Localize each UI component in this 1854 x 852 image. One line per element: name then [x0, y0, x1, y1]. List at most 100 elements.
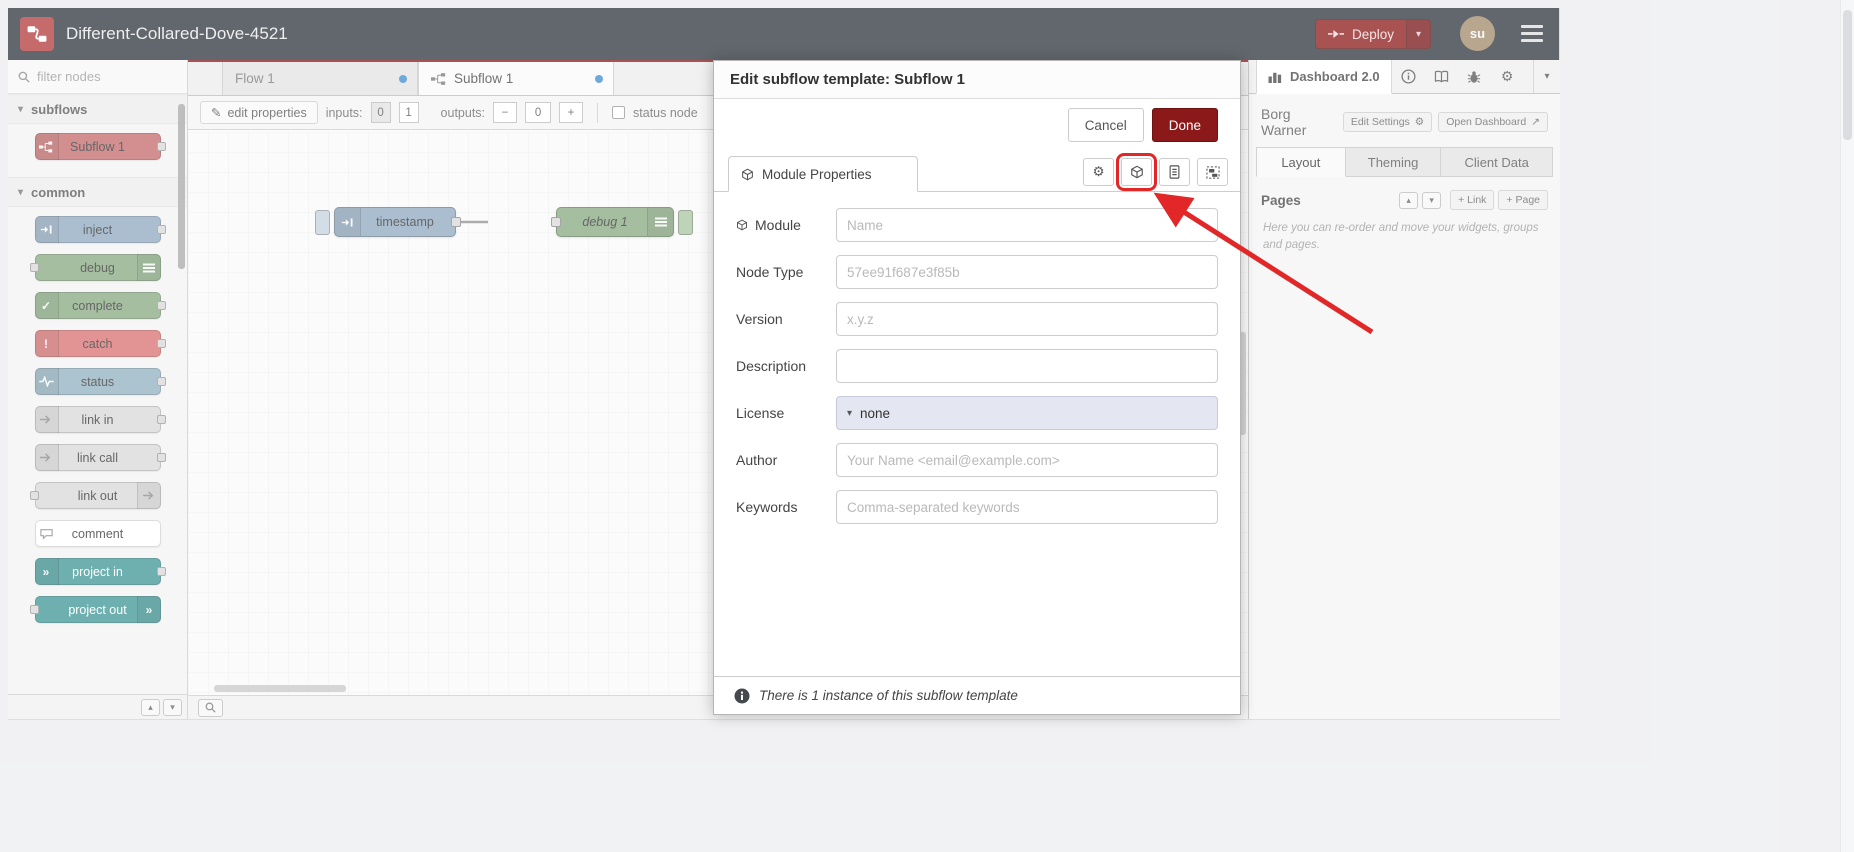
tab-help[interactable]	[1425, 60, 1458, 93]
add-page-button[interactable]: + Page	[1498, 190, 1548, 210]
module-properties-form: Module Node Type Version Description Lic…	[714, 192, 1240, 524]
palette-node-debug[interactable]: debug	[29, 254, 161, 281]
cancel-button[interactable]: Cancel	[1067, 108, 1144, 142]
palette-node-link-call[interactable]: link call	[34, 444, 166, 471]
node-palette: ▾ subflows Subflow 1 ▾ common inject	[8, 60, 188, 719]
outputs-count: 0	[525, 102, 552, 123]
palette-category-common[interactable]: ▾ common	[8, 177, 187, 207]
inject-icon	[34, 216, 59, 243]
zoom-search-button[interactable]	[198, 698, 223, 717]
node-type-input[interactable]	[836, 255, 1218, 289]
palette-collapse-all-button[interactable]: ▴	[141, 698, 160, 716]
description-input[interactable]	[836, 349, 1218, 383]
author-input[interactable]	[836, 443, 1218, 477]
tab-debug-messages[interactable]	[1458, 60, 1491, 93]
node-input-port	[29, 605, 39, 614]
tab-flow-1[interactable]: Flow 1	[222, 62, 418, 95]
palette-node-complete[interactable]: ✓ complete	[34, 292, 166, 319]
debug-icon	[647, 208, 673, 236]
tab-info[interactable]	[1392, 60, 1425, 93]
status-node-checkbox[interactable]	[612, 106, 626, 119]
link-icon	[34, 406, 59, 433]
palette-search[interactable]	[8, 60, 187, 94]
canvas-node-timestamp[interactable]: timestamp	[315, 207, 461, 237]
debug-icon	[136, 254, 161, 281]
license-select[interactable]: ▾ none	[836, 396, 1218, 430]
deploy-button[interactable]: Deploy ▾	[1314, 19, 1431, 49]
module-properties-tab-button[interactable]	[1116, 153, 1157, 191]
node-label: debug 1	[582, 215, 628, 229]
inputs-0-button[interactable]: 0	[370, 102, 391, 123]
tab-dashboard-2[interactable]: Dashboard 2.0	[1256, 60, 1392, 94]
edit-subflow-dialog: Edit subflow template: Subflow 1 Cancel …	[713, 60, 1241, 715]
palette-node-subflow-1[interactable]: Subflow 1	[34, 133, 166, 160]
info-circle-icon	[734, 688, 750, 703]
appearance-tab-button[interactable]	[1197, 158, 1228, 186]
version-field-label: Version	[736, 311, 783, 327]
palette-node-catch[interactable]: ! catch	[34, 330, 166, 357]
tab-client-data[interactable]: Client Data	[1441, 147, 1553, 177]
tab-module-properties[interactable]: Module Properties	[728, 156, 918, 192]
page-scrollbar[interactable]	[1840, 0, 1854, 852]
description-tab-button[interactable]	[1159, 158, 1190, 186]
dialog-tab-bar: Module Properties ⚙	[714, 153, 1240, 192]
module-input[interactable]	[836, 208, 1218, 242]
sidebar-options-button[interactable]: ▾	[1533, 60, 1560, 93]
add-link-button[interactable]: + Link	[1450, 190, 1495, 210]
keywords-field-label: Keywords	[736, 499, 798, 515]
bug-icon	[1467, 70, 1481, 83]
unsaved-changes-dot	[399, 75, 407, 83]
version-input[interactable]	[836, 302, 1218, 336]
node-input-port[interactable]	[551, 217, 561, 227]
main-menu-icon[interactable]	[1521, 25, 1543, 46]
inject-trigger-button[interactable]	[315, 210, 330, 235]
properties-tab-button[interactable]: ⚙	[1083, 158, 1114, 186]
move-up-button[interactable]: ▴	[1399, 191, 1419, 209]
license-field-label: License	[736, 405, 785, 421]
outputs-minus-button[interactable]: −	[493, 102, 518, 123]
debug-toggle-button[interactable]	[678, 210, 693, 235]
tab-theming[interactable]: Theming	[1345, 147, 1442, 177]
tab-config-nodes[interactable]: ⚙	[1491, 60, 1524, 93]
palette-node-link-out[interactable]: link out	[29, 482, 161, 509]
node-output-port	[156, 301, 166, 310]
edit-properties-button[interactable]: ✎ edit properties	[200, 101, 318, 124]
deploy-options-button[interactable]: ▾	[1406, 20, 1430, 48]
palette-expand-all-button[interactable]: ▾	[163, 698, 182, 716]
canvas-node-debug-1[interactable]: debug 1	[551, 207, 693, 237]
external-link-icon: ↗	[1531, 116, 1540, 128]
filter-nodes-input[interactable]	[37, 69, 167, 84]
project-in-icon: »	[34, 558, 59, 585]
palette-node-link-in[interactable]: link in	[34, 406, 166, 433]
page-scrollbar-thumb[interactable]	[1843, 10, 1852, 140]
project-out-icon: »	[136, 596, 161, 623]
object-group-icon	[1205, 165, 1220, 179]
palette-scrollbar[interactable]	[178, 104, 185, 269]
open-dashboard-button[interactable]: Open Dashboard ↗	[1438, 112, 1548, 132]
pages-help-text: Here you can re-order and move your widg…	[1263, 222, 1539, 252]
done-button[interactable]: Done	[1151, 108, 1218, 142]
catch-icon: !	[34, 330, 59, 357]
toolbar-divider	[597, 102, 599, 123]
tab-layout[interactable]: Layout	[1256, 147, 1346, 177]
license-value: none	[860, 405, 891, 421]
palette-node-project-in[interactable]: » project in	[34, 558, 166, 585]
palette-node-status[interactable]: status	[34, 368, 166, 395]
canvas-horizontal-scrollbar[interactable]	[214, 685, 346, 692]
keywords-input[interactable]	[836, 490, 1218, 524]
edit-settings-button[interactable]: Edit Settings ⚙	[1342, 112, 1433, 132]
palette-node-project-out[interactable]: » project out	[29, 596, 161, 623]
dashboard-subtabs: Layout Theming Client Data	[1249, 147, 1560, 177]
chevron-down-icon: ▾	[1544, 71, 1550, 82]
tab-subflow-1[interactable]: Subflow 1	[418, 62, 614, 95]
inputs-1-button[interactable]: 1	[398, 102, 419, 123]
palette-node-comment[interactable]: comment	[34, 520, 161, 547]
node-output-port[interactable]	[451, 217, 461, 227]
user-avatar[interactable]: su	[1460, 16, 1495, 51]
right-sidebar: Dashboard 2.0 ⚙ ▾ Borg Warner Edit Setti…	[1248, 60, 1560, 719]
palette-category-subflows[interactable]: ▾ subflows	[8, 94, 187, 124]
move-down-button[interactable]: ▾	[1422, 191, 1442, 209]
palette-node-inject[interactable]: inject	[34, 216, 166, 243]
deploy-button-main[interactable]: Deploy	[1315, 20, 1406, 48]
outputs-plus-button[interactable]: +	[559, 102, 584, 123]
